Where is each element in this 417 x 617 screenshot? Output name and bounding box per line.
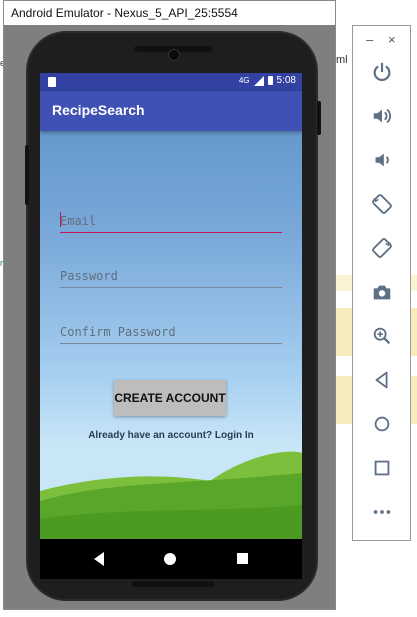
- more-button[interactable]: [367, 497, 397, 527]
- volume-up-button[interactable]: [367, 101, 397, 131]
- power-icon: [373, 62, 391, 82]
- battery-icon: [267, 76, 273, 85]
- volume-down-button[interactable]: [367, 145, 397, 175]
- password-input[interactable]: [60, 266, 280, 286]
- back-button[interactable]: [367, 365, 397, 395]
- confirm-password-input[interactable]: [60, 322, 280, 342]
- device-screen: 4G 5:08 RecipeSearch Email CREATE ACCOUN…: [40, 73, 302, 539]
- rotate-left-button[interactable]: [367, 189, 397, 219]
- rotate-right-button[interactable]: [367, 233, 397, 263]
- signal-icon: [253, 75, 264, 86]
- status-bar: 4G 5:08: [40, 73, 302, 91]
- status-icons: 4G 5:08: [239, 75, 296, 86]
- minimize-button[interactable]: –: [366, 32, 373, 47]
- home-button[interactable]: [367, 409, 397, 439]
- overview-button[interactable]: [367, 453, 397, 483]
- email-field[interactable]: [60, 209, 282, 233]
- phone-frame: 4G 5:08 RecipeSearch Email CREATE ACCOUN…: [25, 31, 321, 601]
- bottom-speaker: [132, 581, 214, 587]
- window-title: Android Emulator - Nexus_5_API_25:5554: [11, 6, 238, 20]
- background-tab-fragment: ml: [336, 54, 348, 66]
- zoom-icon: [373, 327, 391, 345]
- home-icon: [374, 416, 390, 432]
- emulator-titlebar[interactable]: Android Emulator - Nexus_5_API_25:5554: [4, 1, 335, 25]
- nav-home-icon[interactable]: [164, 553, 176, 565]
- app-title: RecipeSearch: [52, 102, 145, 118]
- email-input[interactable]: [60, 211, 280, 231]
- nav-recents-icon[interactable]: [237, 553, 248, 564]
- status-time: 5:08: [276, 75, 296, 86]
- emulator-toolbar: – ×: [352, 25, 411, 541]
- side-button: [25, 145, 29, 205]
- password-field[interactable]: [60, 264, 282, 288]
- text-cursor: [60, 212, 61, 227]
- volume-up-icon: [373, 108, 391, 124]
- login-link[interactable]: Already have an account? Login In: [40, 430, 302, 441]
- overview-icon: [374, 460, 390, 476]
- emulator-window: Android Emulator - Nexus_5_API_25:5554 4…: [3, 0, 336, 610]
- rotate-right-icon: [372, 238, 392, 258]
- power-button[interactable]: [367, 57, 397, 87]
- screenshot-button[interactable]: [367, 277, 397, 307]
- toolbar-window-controls: – ×: [353, 32, 410, 48]
- camera-icon: [373, 285, 391, 300]
- confirm-password-field[interactable]: [60, 320, 282, 344]
- app-bar: RecipeSearch: [40, 91, 302, 131]
- back-icon: [375, 371, 388, 389]
- rotate-left-icon: [372, 194, 392, 214]
- side-button: [317, 101, 321, 135]
- more-icon: [373, 510, 391, 514]
- sd-card-icon: [48, 77, 56, 87]
- zoom-button[interactable]: [367, 321, 397, 351]
- volume-down-icon: [375, 153, 389, 167]
- close-button[interactable]: ×: [388, 32, 396, 47]
- navigation-bar: [40, 539, 302, 579]
- front-camera: [168, 49, 180, 61]
- create-account-button[interactable]: CREATE ACCOUNT: [114, 380, 226, 416]
- nav-back-icon[interactable]: [94, 552, 104, 566]
- network-type: 4G: [238, 76, 250, 85]
